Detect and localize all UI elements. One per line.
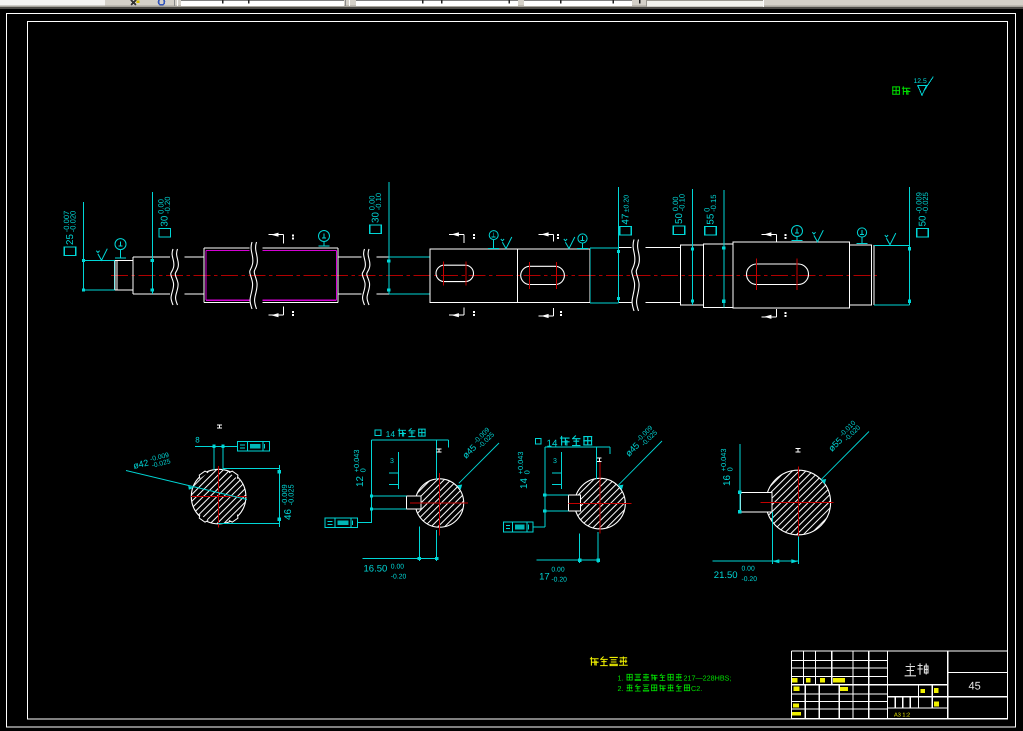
svg-text:A3 1:2: A3 1:2	[894, 712, 910, 718]
svg-text:14: 14	[547, 438, 558, 449]
svg-text:47: 47	[621, 214, 632, 225]
svg-text:12.5: 12.5	[914, 78, 927, 85]
svg-text:55: 55	[706, 213, 717, 224]
svg-text:16: 16	[722, 475, 733, 486]
svg-text:12: 12	[355, 476, 366, 487]
svg-text:-0.20: -0.20	[163, 197, 172, 214]
svg-text:17: 17	[539, 572, 550, 583]
svg-text:30: 30	[371, 212, 382, 223]
svg-text:21.50: 21.50	[714, 570, 738, 581]
svg-text:3: 3	[553, 458, 557, 465]
svg-text:3: 3	[390, 458, 394, 465]
svg-text:-0.20: -0.20	[391, 573, 407, 580]
svg-text:0: 0	[523, 470, 532, 474]
svg-text:50: 50	[674, 213, 685, 224]
svg-text:16.50: 16.50	[364, 564, 388, 575]
svg-text:C2.: C2.	[691, 684, 702, 693]
svg-text:-0.10: -0.10	[374, 193, 383, 210]
svg-text:30: 30	[160, 215, 171, 226]
svg-text:-0.10: -0.10	[678, 194, 687, 211]
svg-text:217—228HBS;: 217—228HBS;	[684, 674, 732, 683]
svg-text:45: 45	[969, 681, 981, 693]
svg-text:-0.15: -0.15	[709, 195, 718, 212]
svg-text:50: 50	[918, 215, 929, 226]
svg-text:46: 46	[283, 509, 294, 520]
svg-text:8: 8	[195, 436, 200, 445]
svg-text:-0.025: -0.025	[287, 484, 296, 505]
svg-text:-0.020: -0.020	[69, 211, 78, 233]
svg-text:2.: 2.	[618, 684, 624, 693]
svg-text:1.: 1.	[618, 674, 624, 683]
svg-text:±0.20: ±0.20	[624, 195, 631, 213]
svg-text:0: 0	[359, 468, 368, 472]
svg-text:25: 25	[65, 234, 76, 245]
svg-text:0.00: 0.00	[551, 567, 564, 574]
svg-text:-0.20: -0.20	[742, 576, 758, 583]
svg-text:14: 14	[386, 429, 396, 439]
svg-text:-0.025: -0.025	[921, 192, 930, 214]
svg-text:14: 14	[519, 478, 530, 489]
svg-text:0.00: 0.00	[391, 564, 404, 571]
svg-text:0.00: 0.00	[742, 566, 755, 573]
svg-text:0: 0	[726, 467, 735, 471]
svg-text:-0.20: -0.20	[551, 576, 567, 583]
